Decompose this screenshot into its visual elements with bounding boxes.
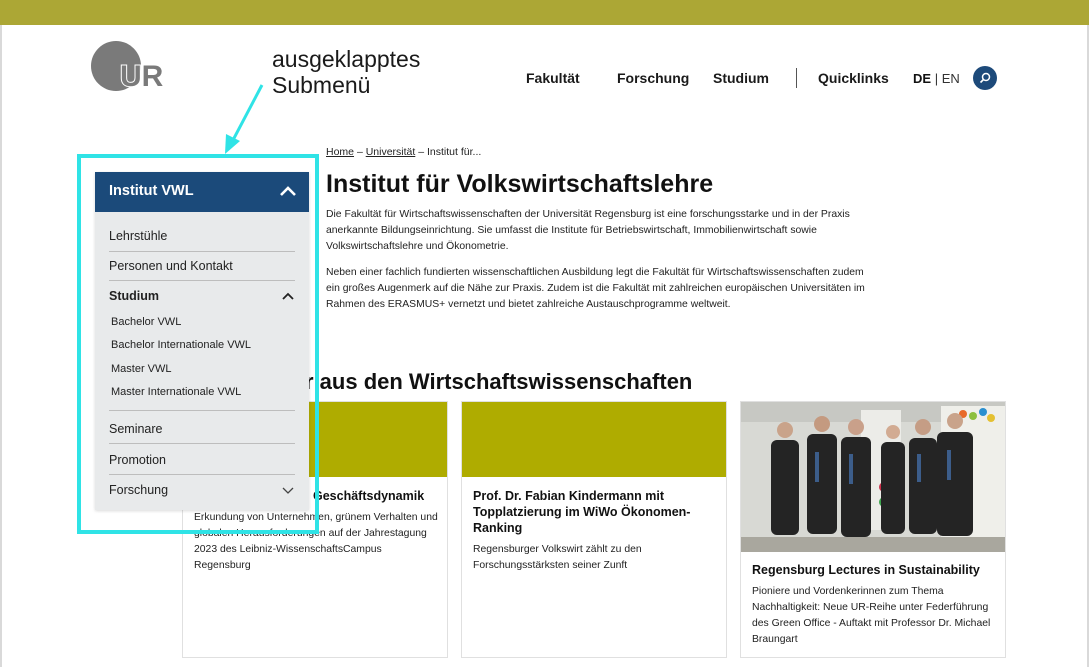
nav-separator	[796, 68, 797, 88]
page-frame-left	[0, 25, 2, 667]
breadcrumb-separator: –	[356, 146, 363, 158]
nav-fakultaet[interactable]: Fakultät	[526, 70, 580, 86]
menu-divider	[109, 443, 295, 444]
chevron-up-icon	[280, 186, 296, 196]
menu-divider	[109, 410, 295, 411]
menu-item-studium-label: Studium	[109, 289, 159, 303]
nav-studium[interactable]: Studium	[713, 70, 769, 86]
news-card-text: Pioniere und Vordenkerinnen zum Thema Na…	[752, 586, 991, 645]
submenu-item-master-int-vwl[interactable]: Master Internationale VWL	[111, 386, 241, 398]
chevron-down-icon	[282, 487, 294, 494]
news-section-title: r aus den Wirtschaftswissenschaften	[305, 369, 693, 394]
top-color-bar	[0, 0, 1089, 25]
nav-quicklinks[interactable]: Quicklinks	[818, 70, 889, 86]
menu-item-studium[interactable]: Studium	[109, 289, 295, 303]
logo-text: UR	[120, 60, 164, 92]
annotation-arrow-icon	[225, 84, 264, 154]
breadcrumb-separator: –	[418, 146, 425, 158]
nav-forschung[interactable]: Forschung	[617, 70, 689, 86]
ur-logo[interactable]: UR	[90, 40, 165, 92]
submenu-panel: Institut VWL Lehrstühle Personen und Kon…	[95, 172, 309, 510]
breadcrumb-universitaet[interactable]: Universität	[366, 146, 416, 158]
submenu-header-label: Institut VWL	[109, 183, 194, 199]
annotation-label: ausgeklapptes Submenü	[272, 46, 420, 98]
group-photo-image	[741, 402, 1005, 552]
menu-divider	[109, 474, 295, 475]
news-card-title[interactable]: Geschäftsdynamik	[313, 488, 424, 504]
menu-divider	[109, 251, 295, 252]
menu-item-lehrstuehle[interactable]: Lehrstühle	[109, 229, 295, 243]
lang-separator: |	[934, 71, 939, 86]
chevron-up-icon	[282, 292, 294, 300]
menu-item-forschung[interactable]: Forschung	[109, 483, 295, 497]
intro-paragraph-2: Neben einer fachlich fundierten wissensc…	[326, 267, 865, 310]
news-card-title[interactable]: Prof. Dr. Fabian Kindermann mit Topplatz…	[473, 488, 713, 536]
news-card-title[interactable]: Regensburg Lectures in Sustainability	[752, 562, 980, 578]
intro-paragraph-1: Die Fakultät für Wirtschaftswissenschaft…	[326, 209, 850, 252]
news-card-3[interactable]: Regensburg Lectures in Sustainability Pi…	[740, 401, 1006, 658]
submenu-item-bachelor-vwl[interactable]: Bachelor VWL	[111, 316, 181, 328]
news-card-image	[462, 402, 726, 477]
news-card-text: Regensburger Volkswirt zählt zu den Fors…	[473, 544, 642, 571]
menu-item-forschung-label: Forschung	[109, 483, 169, 497]
breadcrumb: Home – Universität – Institut für...	[326, 146, 481, 158]
menu-item-personen[interactable]: Personen und Kontakt	[109, 259, 295, 273]
menu-divider	[109, 280, 295, 281]
annotation-line-2: Submenü	[272, 72, 371, 98]
page-title: Institut für Volkswirtschaftslehre	[326, 170, 714, 198]
annotation-line-1: ausgeklapptes	[272, 46, 421, 72]
breadcrumb-home[interactable]: Home	[326, 146, 354, 158]
submenu-header[interactable]: Institut VWL	[95, 172, 309, 212]
news-card-photo	[741, 402, 1005, 552]
lang-de[interactable]: DE	[913, 71, 931, 86]
menu-item-promotion[interactable]: Promotion	[109, 453, 295, 467]
search-button[interactable]	[973, 66, 997, 90]
news-card-text: Erkundung von Unternehmen, grünem Verhal…	[194, 512, 438, 571]
lang-en[interactable]: EN	[942, 71, 960, 86]
news-card-2[interactable]: Prof. Dr. Fabian Kindermann mit Topplatz…	[461, 401, 727, 658]
submenu-item-bachelor-int-vwl[interactable]: Bachelor Internationale VWL	[111, 339, 251, 351]
breadcrumb-current: Institut für...	[427, 146, 482, 158]
language-switcher: DE | EN	[913, 71, 960, 86]
menu-item-seminare[interactable]: Seminare	[109, 422, 295, 436]
submenu-item-master-vwl[interactable]: Master VWL	[111, 363, 172, 375]
search-icon	[979, 72, 991, 84]
